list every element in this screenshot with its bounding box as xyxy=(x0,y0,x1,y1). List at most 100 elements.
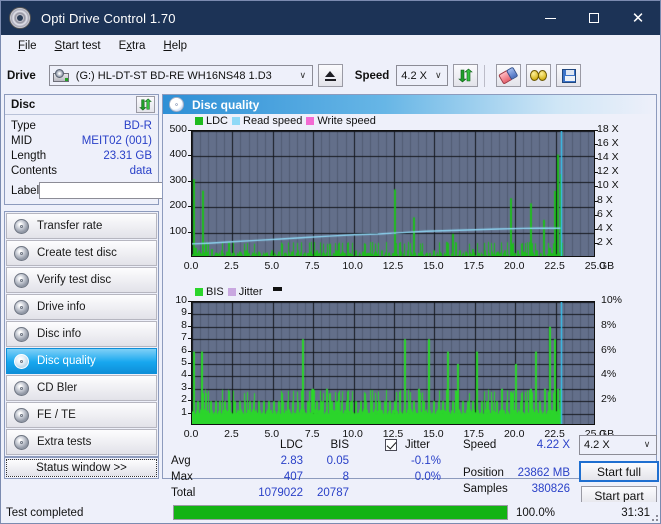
sidebar-item-extra-tests[interactable]: Extra tests xyxy=(6,429,157,455)
y2-axis-tick-label: 2 X xyxy=(597,235,613,248)
resize-grip[interactable] xyxy=(648,511,658,521)
legend-label-read-speed: Read speed xyxy=(243,115,303,127)
legend-swatch-read-speed xyxy=(232,117,241,125)
status-window-panel: Status window >> xyxy=(4,457,159,479)
disc-panel-header: Disc xyxy=(5,95,158,115)
charts-container: LDC Read speed Write speed 100 200 300 400 5… xyxy=(163,114,659,506)
nav-list: Transfer rate Create test disc Verify te… xyxy=(4,211,159,457)
y2-axis-tick-label: 16 X xyxy=(597,137,619,150)
goggles-button[interactable] xyxy=(526,64,552,87)
sidebar-item-label: Verify test disc xyxy=(37,274,112,286)
x-axis-tick-label: 0.0 xyxy=(183,260,199,272)
disc-mid-label: MID xyxy=(11,135,33,147)
content-panel: Disc quality LDC Read speed Write speed … xyxy=(162,94,659,506)
disc-length-value: 23.31 GB xyxy=(103,150,152,162)
application-window: Opti Drive Control 1.70 ✕ File Start tes… xyxy=(0,0,661,524)
maximize-button[interactable] xyxy=(572,1,616,35)
disc-panel-title: Disc xyxy=(11,98,36,111)
eject-icon xyxy=(324,70,336,81)
sidebar-item-cd-bler[interactable]: CD Bler xyxy=(6,375,157,401)
status-window-button[interactable]: Status window >> xyxy=(6,459,157,477)
disc-properties: Type BD-R MID MEIT02 (001) Length 23.31 … xyxy=(5,115,237,204)
sidebar-item-fe-te[interactable]: FE / TE xyxy=(6,402,157,428)
y-axis-tick xyxy=(188,206,191,207)
disc-length-label: Length xyxy=(11,150,47,162)
disc-icon xyxy=(169,97,184,112)
y2-axis-tick xyxy=(595,215,598,216)
goggles-icon xyxy=(529,69,548,82)
y-axis-tick xyxy=(188,301,191,302)
menu-file[interactable]: File xyxy=(9,38,46,54)
y-axis-tick xyxy=(188,351,191,352)
app-disc-icon xyxy=(9,7,31,29)
refresh-icon xyxy=(458,68,474,83)
disc-row-type: Type BD-R xyxy=(11,119,152,134)
erase-button[interactable] xyxy=(496,64,522,87)
sidebar-item-verify-test-disc[interactable]: Verify test disc xyxy=(6,267,157,293)
eject-button[interactable] xyxy=(317,64,343,87)
drive-select[interactable]: (G:) HL-DT-ST BD-RE WH16NS48 1.D3 ∨ xyxy=(48,65,313,86)
chevron-down-icon: ∨ xyxy=(643,440,651,450)
samples-value: 380826 xyxy=(531,483,570,495)
disc-icon xyxy=(14,218,29,234)
sidebar-item-drive-info[interactable]: Drive info xyxy=(6,294,157,320)
y-axis-tick-label: 500 xyxy=(169,123,187,135)
menu-help[interactable]: Help xyxy=(154,38,196,54)
y2-axis-tick-label: 8% xyxy=(601,318,617,331)
drive-label: Drive xyxy=(7,69,36,82)
y-axis-tick xyxy=(188,155,191,156)
stats-max-bis: 8 xyxy=(342,471,349,483)
y-axis-tick-label: 300 xyxy=(169,173,187,186)
legend-label-bis: BIS xyxy=(206,286,224,298)
jitter-checkbox[interactable] xyxy=(385,439,397,452)
speed-select[interactable]: 4.2 X ∨ xyxy=(396,65,449,86)
y-axis-tick-label: 400 xyxy=(169,148,187,161)
stats-avg-jitter: -0.1% xyxy=(410,455,441,467)
test-speed-select[interactable]: 4.2 X ∨ xyxy=(579,435,657,455)
minimize-button[interactable] xyxy=(528,1,572,35)
menu-start-test[interactable]: Start test xyxy=(46,38,110,54)
y-axis-tick xyxy=(188,338,191,339)
disc-icon xyxy=(14,353,29,369)
legend-item-jitter: Jitter xyxy=(227,286,263,298)
sidebar-item-create-test-disc[interactable]: Create test disc xyxy=(6,240,157,266)
y2-axis-tick xyxy=(595,186,598,187)
sidebar-item-transfer-rate[interactable]: Transfer rate xyxy=(6,213,157,239)
disc-type-value: BD-R xyxy=(123,120,152,132)
y-axis-tick-label: 5 xyxy=(181,356,187,368)
close-button[interactable]: ✕ xyxy=(616,1,660,35)
speed-select-value: 4.2 X xyxy=(401,69,427,82)
y-axis-tick-label: 8 xyxy=(181,318,187,331)
disc-icon xyxy=(14,407,29,423)
y-axis-tick xyxy=(188,313,191,314)
y-axis-tick xyxy=(188,232,191,233)
y-axis-tick xyxy=(188,400,191,401)
sidebar-item-label: Disc quality xyxy=(37,355,96,367)
x-axis-tick-label: 2.5 xyxy=(224,260,239,272)
jitter-label: Jitter xyxy=(405,439,430,451)
y2-axis-tick-label: 4 X xyxy=(597,221,613,234)
refresh-button[interactable] xyxy=(453,64,479,87)
sidebar-item-label: CD Bler xyxy=(37,382,78,394)
drive-icon xyxy=(52,68,69,83)
sidebar-item-disc-quality[interactable]: Disc quality xyxy=(6,348,157,374)
save-button[interactable] xyxy=(556,64,582,87)
menu-extra[interactable]: Extra xyxy=(110,38,155,54)
x-axis-tick-label: 15.0 xyxy=(423,260,444,272)
disc-mid-value: MEIT02 (001) xyxy=(81,135,152,147)
drive-select-value: (G:) HL-DT-ST BD-RE WH16NS48 1.D3 xyxy=(75,69,272,82)
stats-avg-ldc: 2.83 xyxy=(280,455,303,467)
start-full-button[interactable]: Start full xyxy=(579,461,659,482)
sidebar-item-label: Disc info xyxy=(37,328,82,340)
maximize-icon xyxy=(589,13,599,23)
disc-refresh-button[interactable] xyxy=(136,96,155,113)
stats-avg-bis: 0.05 xyxy=(326,455,349,467)
y2-axis-tick-label: 6% xyxy=(601,343,617,356)
legend-swatch-bis xyxy=(195,288,203,296)
drive-toolbar: Drive (G:) HL-DT-ST BD-RE WH16NS48 1.D3 … xyxy=(1,57,660,94)
bis-chart-plot xyxy=(191,301,595,425)
y2-axis-tick-label: 10 X xyxy=(597,179,619,192)
save-icon xyxy=(561,68,576,83)
y2-axis-tick xyxy=(595,172,598,173)
sidebar-item-disc-info[interactable]: Disc info xyxy=(6,321,157,347)
